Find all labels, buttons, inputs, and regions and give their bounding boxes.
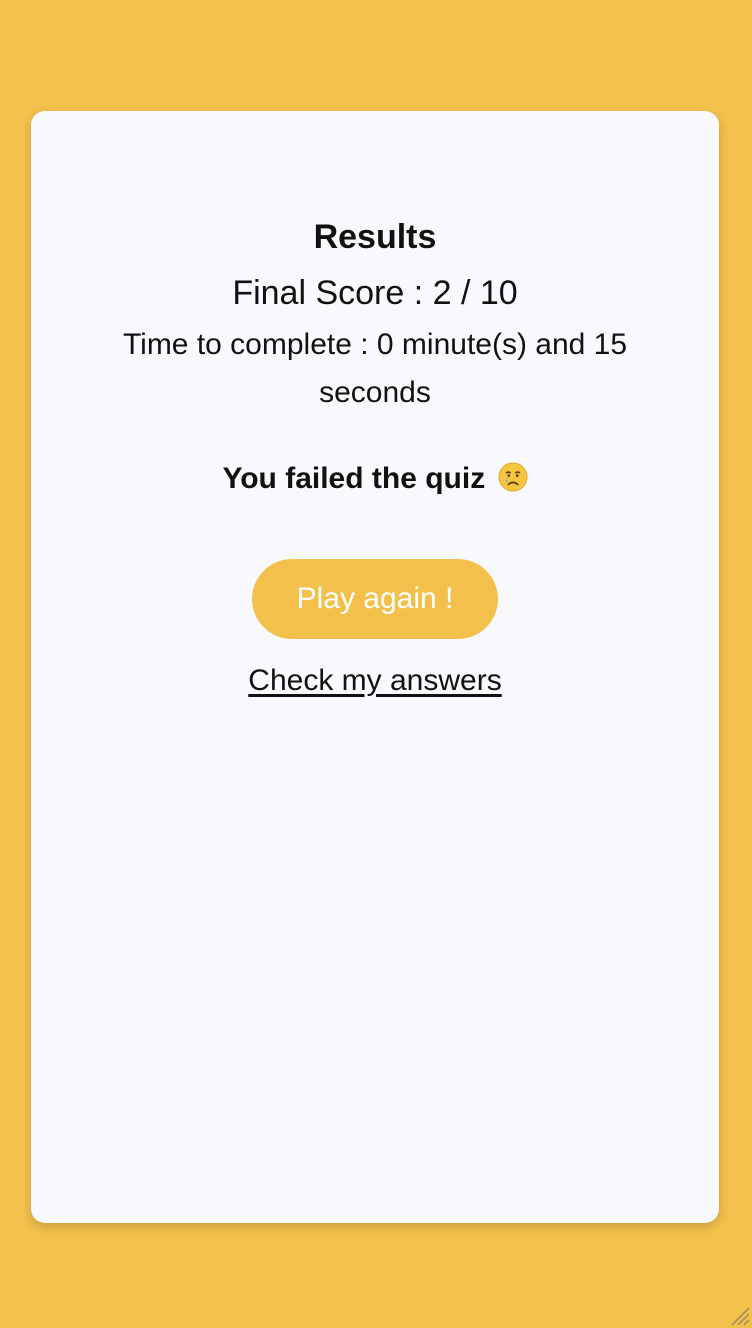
resize-grip-icon[interactable] <box>728 1304 750 1326</box>
time-to-complete: Time to complete : 0 minute(s) and 15 se… <box>122 328 628 409</box>
crying-face-icon <box>498 461 528 492</box>
check-answers-container: Check my answers <box>31 659 719 703</box>
quiz-verdict: You failed the quiz <box>31 457 719 501</box>
play-again-button[interactable]: Play again ! <box>252 559 498 639</box>
results-title: Results <box>313 218 437 256</box>
verdict-text: You failed the quiz <box>222 462 486 495</box>
results-card: Results Final Score : 2 / 10 Time to com… <box>31 111 719 1223</box>
check-answers-link[interactable]: Check my answers <box>248 664 501 697</box>
final-score: Final Score : 2 / 10 <box>232 274 518 312</box>
